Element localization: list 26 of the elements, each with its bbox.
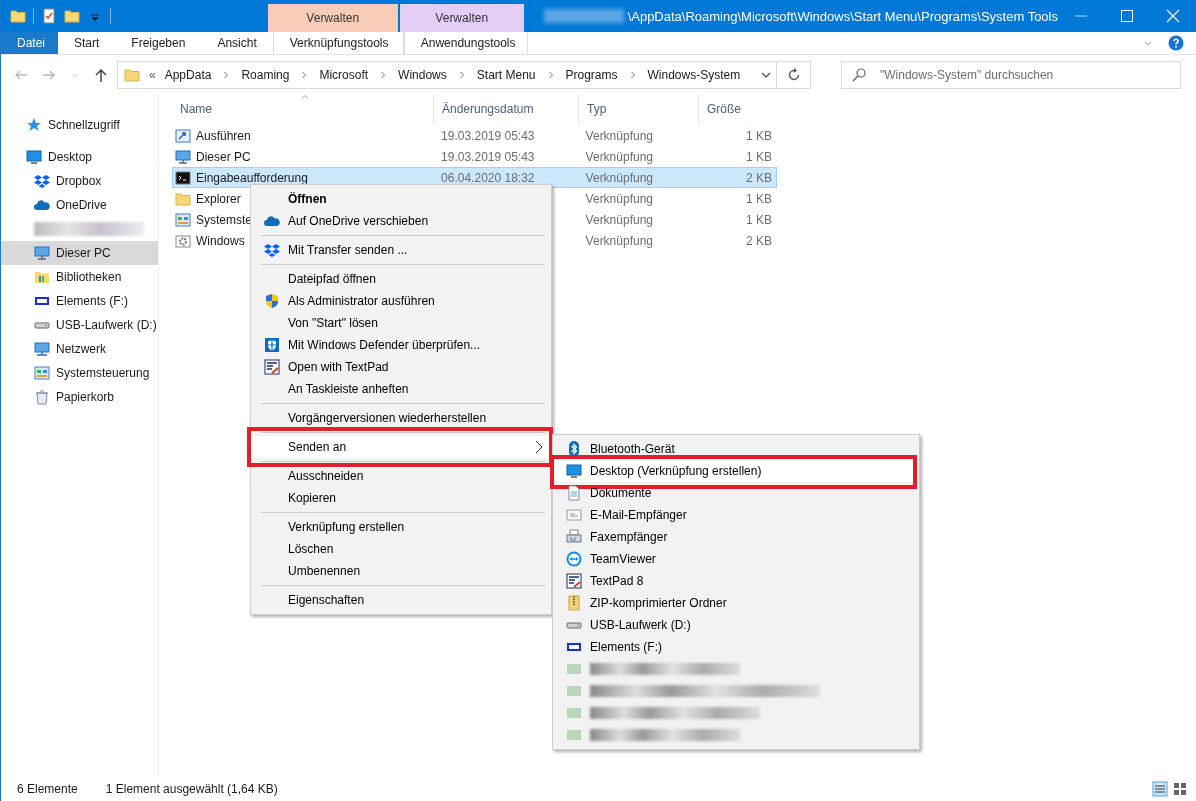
context-tab-header: Verwalten	[399, 4, 524, 32]
type-cell: Verknüpfung	[585, 191, 653, 206]
size-cell: 1 KB	[745, 191, 772, 206]
window-title: \AppData\Roaming\Microsoft\Windows\Start Menu\Programs\System Tools	[627, 8, 1058, 24]
date-cell: 19.03.2019 05:43	[441, 149, 535, 164]
type-cell: Verknüpfung	[585, 212, 653, 227]
type-cell: Verknüpfung	[585, 128, 653, 143]
type-cell: Verknüpfung	[585, 170, 653, 185]
selection-info: 1 Element ausgewählt (1,64 KB)	[105, 782, 278, 796]
size-cell: 1 KB	[745, 212, 772, 227]
type-cell: Verknüpfung	[585, 149, 653, 164]
size-cell: 2 KB	[745, 170, 772, 185]
file-name: Explorer	[196, 191, 241, 206]
size-cell: 2 KB	[745, 233, 772, 248]
file-name: Systemste	[196, 212, 252, 227]
file-name: Windows	[196, 233, 245, 248]
file-name: Ausführen	[196, 128, 251, 143]
size-cell: 1 KB	[745, 149, 772, 164]
file-name: Dieser PC	[196, 149, 251, 164]
type-cell: Verknüpfung	[585, 233, 653, 248]
date-cell: 06.04.2020 18:32	[441, 170, 535, 185]
context-tab-header: Verwalten	[267, 4, 398, 32]
item-count: 6 Elemente	[17, 782, 78, 796]
size-cell: 1 KB	[745, 128, 772, 143]
date-cell: 19.03.2019 05:43	[441, 128, 535, 143]
file-name: Eingabeaufforderung	[196, 170, 308, 185]
